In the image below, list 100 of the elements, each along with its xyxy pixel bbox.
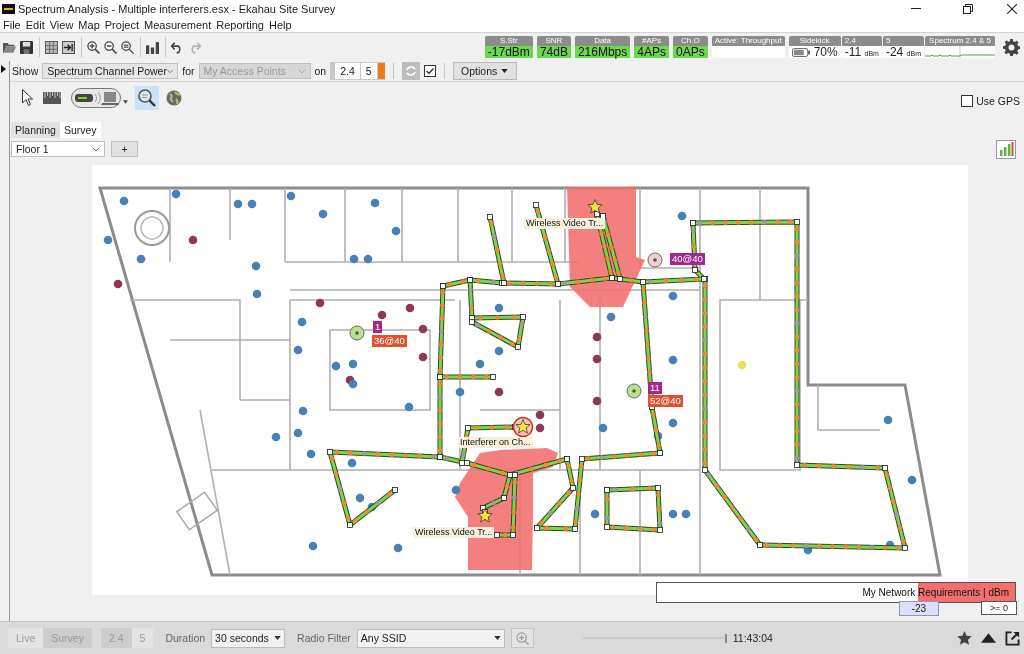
access-point-icon[interactable]	[883, 415, 893, 425]
access-point-icon[interactable]	[668, 418, 678, 428]
table-icon[interactable]	[45, 40, 58, 54]
expander-arrow-icon[interactable]	[1, 65, 6, 73]
access-point-icon[interactable]	[451, 485, 461, 495]
radio-filter-dropdown[interactable]: Any SSID	[356, 628, 505, 648]
access-point-icon[interactable]	[535, 410, 545, 420]
access-point-marker-icon[interactable]	[647, 252, 663, 268]
access-point-icon[interactable]	[592, 332, 602, 342]
access-point-icon[interactable]	[306, 449, 316, 459]
menu-item[interactable]: Map	[78, 18, 100, 31]
checkbox[interactable]	[423, 65, 436, 77]
access-point-icon[interactable]	[271, 432, 281, 442]
zoom-in-icon[interactable]	[87, 40, 100, 54]
band-toggle[interactable]: 5	[360, 63, 377, 79]
access-point-icon[interactable]	[370, 198, 380, 208]
access-point-icon[interactable]	[103, 235, 113, 245]
access-point-icon[interactable]	[171, 189, 181, 199]
access-point-icon[interactable]	[308, 541, 318, 551]
access-point-icon[interactable]	[606, 312, 616, 322]
access-point-icon[interactable]	[907, 475, 917, 485]
access-point-icon[interactable]	[668, 355, 678, 365]
access-point-icon[interactable]	[355, 493, 365, 503]
access-point-icon[interactable]	[298, 406, 308, 416]
triangle-up-icon[interactable]	[981, 633, 996, 643]
access-point-icon[interactable]	[136, 254, 146, 264]
view-dropdown[interactable]: Spectrum Channel Power	[42, 63, 179, 79]
access-point-icon[interactable]	[251, 261, 261, 271]
add-floor-button[interactable]: +	[111, 141, 138, 157]
access-point-icon[interactable]	[391, 226, 401, 236]
access-point-icon[interactable]	[293, 428, 303, 438]
import-icon[interactable]	[62, 40, 75, 54]
zoom-button[interactable]	[510, 628, 534, 648]
access-point-marker-icon[interactable]	[349, 325, 365, 341]
inspect-tool-button[interactable]	[135, 85, 159, 110]
access-point-icon[interactable]	[293, 345, 303, 355]
access-point-icon[interactable]	[113, 279, 123, 289]
access-point-icon[interactable]	[592, 354, 602, 364]
tab[interactable]: Planning	[11, 122, 60, 138]
access-point-icon[interactable]	[297, 317, 307, 327]
device-tool-button[interactable]	[68, 85, 131, 110]
access-point-icon[interactable]	[347, 458, 357, 468]
access-point-icon[interactable]	[349, 254, 359, 264]
access-point-icon[interactable]	[418, 352, 428, 362]
menu-item[interactable]: File	[3, 18, 21, 31]
restore-icon[interactable]	[963, 3, 973, 14]
access-point-icon[interactable]	[535, 423, 545, 433]
band-toggle[interactable]: 2.4	[335, 63, 360, 79]
zoom-fit-icon[interactable]	[121, 40, 134, 54]
open-folder-icon[interactable]	[3, 40, 16, 54]
access-point-icon[interactable]	[404, 402, 414, 412]
access-point-icon[interactable]	[590, 509, 600, 519]
star-icon[interactable]	[957, 631, 972, 645]
interferer-star-icon[interactable]	[587, 199, 603, 214]
access-point-icon[interactable]	[598, 423, 608, 433]
access-point-icon[interactable]	[681, 509, 691, 519]
access-point-icon[interactable]	[363, 254, 373, 264]
external-link-icon[interactable]	[1005, 630, 1020, 646]
access-point-icon[interactable]	[247, 199, 257, 209]
options-button[interactable]: Options	[452, 62, 517, 80]
menu-item[interactable]: Edit	[25, 18, 45, 31]
access-point-icon[interactable]	[668, 291, 678, 301]
access-point-icon[interactable]	[677, 211, 687, 221]
menu-item[interactable]: View	[49, 18, 74, 31]
undo-icon[interactable]	[171, 40, 184, 54]
access-point-icon[interactable]	[668, 509, 678, 519]
access-point-icon[interactable]	[315, 298, 325, 308]
timeline-thumb[interactable]	[724, 633, 727, 643]
access-point-icon[interactable]	[592, 396, 602, 406]
settings-icon[interactable]	[1003, 38, 1020, 56]
access-point-icon[interactable]	[494, 303, 504, 313]
access-point-icon[interactable]	[348, 379, 358, 389]
close-icon[interactable]	[1007, 3, 1017, 14]
duration-dropdown[interactable]: 30 seconds	[211, 628, 286, 648]
save-icon[interactable]	[20, 40, 33, 54]
access-point-icon[interactable]	[286, 191, 296, 201]
floor-dropdown[interactable]: Floor 1	[11, 141, 105, 157]
access-point-icon[interactable]	[455, 387, 465, 397]
access-point-icon[interactable]	[494, 346, 504, 356]
zoom-out-icon[interactable]	[104, 40, 117, 54]
access-point-icon[interactable]	[494, 387, 504, 397]
access-point-icon[interactable]	[393, 543, 403, 553]
tab[interactable]: Survey	[59, 122, 101, 138]
access-point-icon[interactable]	[475, 359, 485, 369]
menu-item[interactable]: Project	[104, 18, 139, 31]
use-gps-checkbox[interactable]	[961, 94, 974, 107]
bar-chart-icon[interactable]	[996, 139, 1016, 159]
access-point-icon[interactable]	[377, 310, 387, 320]
menu-item[interactable]: Measurement	[144, 18, 212, 31]
access-point-icon[interactable]	[405, 303, 415, 313]
menu-item[interactable]: Reporting	[216, 18, 264, 31]
access-point-icon[interactable]	[233, 199, 243, 209]
access-point-icon[interactable]	[348, 359, 358, 369]
interferer-star-icon[interactable]	[477, 508, 493, 523]
access-point-icon[interactable]	[318, 209, 328, 219]
access-point-icon[interactable]	[418, 324, 428, 334]
menu-item[interactable]: Help	[269, 18, 292, 31]
access-point-icon[interactable]	[188, 235, 198, 245]
bar-chart-icon[interactable]	[146, 40, 159, 54]
access-point-icon[interactable]	[119, 196, 129, 206]
